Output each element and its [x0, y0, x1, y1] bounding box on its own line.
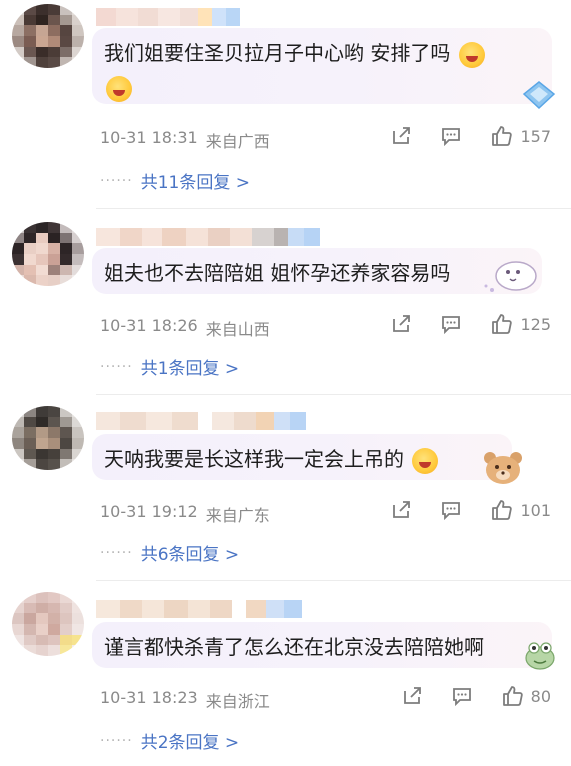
like-button[interactable]: 101 — [490, 498, 551, 522]
comment-location: 来自广东 — [205, 506, 270, 525]
avatar[interactable] — [12, 222, 84, 286]
comment-text: 天呐我要是长这样我一定会上吊的 — [104, 447, 404, 471]
comment-bubble[interactable]: 姐夫也不去陪陪姐 姐怀孕还养家容易吗 — [92, 248, 542, 294]
share-button[interactable] — [390, 313, 412, 335]
divider — [96, 208, 571, 209]
comment-location: 来自山西 — [205, 320, 270, 339]
comment-meta: 10-31 19:12 来自广东 — [100, 502, 270, 526]
comment-bubble[interactable]: 我们姐要住圣贝拉月子中心哟 安排了吗 — [92, 28, 552, 104]
username[interactable] — [96, 412, 306, 430]
comment-actions: 80 — [401, 684, 551, 708]
comment-button[interactable] — [451, 685, 473, 707]
crying-face-emoji-icon — [412, 447, 439, 474]
comment-icon — [442, 502, 461, 521]
share-button[interactable] — [390, 125, 412, 147]
reply-dots: ······ — [100, 544, 133, 561]
share-icon — [393, 501, 411, 518]
like-count: 125 — [520, 314, 551, 334]
view-replies-link[interactable]: ······ 共6条回复 > — [100, 540, 240, 566]
like-button[interactable]: 125 — [490, 312, 551, 336]
comment-meta: 10-31 18:31 来自广西 — [100, 128, 270, 152]
frog-sticker-icon — [522, 636, 558, 677]
comment-bubble[interactable]: 天呐我要是长这样我一定会上吊的 — [92, 434, 512, 480]
cartoon-sheep-sticker-icon — [480, 252, 542, 301]
divider — [96, 394, 571, 395]
reply-count: 共1条回复 > — [140, 359, 240, 379]
comment-location: 来自浙江 — [205, 692, 270, 711]
comment-actions: 125 — [390, 312, 551, 336]
share-button[interactable] — [401, 685, 423, 707]
view-replies-link[interactable]: ······ 共2条回复 > — [100, 728, 240, 754]
comment-icon — [442, 316, 461, 335]
username[interactable] — [96, 228, 320, 246]
reply-dots: ······ — [100, 172, 133, 189]
blue-diamond-sticker-icon — [522, 80, 556, 115]
avatar[interactable] — [12, 406, 84, 470]
share-button[interactable] — [390, 499, 412, 521]
comment-time: 10-31 19:12 — [100, 502, 198, 521]
like-button[interactable]: 80 — [501, 684, 551, 708]
comment-time: 10-31 18:26 — [100, 316, 198, 335]
username[interactable] — [96, 600, 302, 618]
reply-count: 共6条回复 > — [140, 545, 240, 565]
comment-button[interactable] — [440, 499, 462, 521]
like-count: 157 — [520, 126, 551, 146]
comment-location: 来自广西 — [205, 132, 270, 151]
avatar[interactable] — [12, 4, 84, 68]
share-icon — [393, 315, 411, 332]
comment-time: 10-31 18:23 — [100, 688, 198, 707]
view-replies-link[interactable]: ······ 共11条回复 > — [100, 168, 250, 194]
reply-count: 共11条回复 > — [140, 173, 250, 193]
comment-actions: 157 — [390, 124, 551, 148]
avatar[interactable] — [12, 592, 84, 656]
thumbs-up-icon — [492, 314, 513, 334]
comment-meta: 10-31 18:26 来自山西 — [100, 316, 270, 340]
smiley-face-emoji-icon — [106, 75, 132, 102]
divider — [96, 580, 571, 581]
comment-meta: 10-31 18:23 来自浙江 — [100, 688, 270, 712]
thumbs-up-icon — [492, 500, 513, 520]
comment-actions: 101 — [390, 498, 551, 522]
comment-icon — [442, 128, 461, 147]
like-button[interactable]: 157 — [490, 124, 551, 148]
username[interactable] — [96, 8, 240, 26]
reply-dots: ······ — [100, 358, 133, 375]
thumbs-up-icon — [502, 686, 523, 706]
bear-sticker-icon — [478, 446, 528, 493]
comment-bubble[interactable]: 谨言都快杀青了怎么还在北京没去陪陪她啊 — [92, 622, 552, 668]
comment-icon — [452, 688, 471, 707]
comment-text: 姐夫也不去陪陪姐 姐怀孕还养家容易吗 — [104, 261, 451, 285]
share-icon — [403, 687, 421, 704]
like-count: 101 — [520, 500, 551, 520]
comment-button[interactable] — [440, 313, 462, 335]
smiley-face-emoji-icon — [458, 41, 485, 68]
share-icon — [393, 127, 411, 144]
comment-button[interactable] — [440, 125, 462, 147]
reply-count: 共2条回复 > — [140, 733, 240, 753]
view-replies-link[interactable]: ······ 共1条回复 > — [100, 354, 240, 380]
like-count: 80 — [530, 686, 551, 706]
thumbs-up-icon — [492, 126, 513, 146]
reply-dots: ······ — [100, 732, 133, 749]
comment-text: 谨言都快杀青了怎么还在北京没去陪陪她啊 — [104, 635, 484, 659]
comment-time: 10-31 18:31 — [100, 128, 198, 147]
comment-text: 我们姐要住圣贝拉月子中心哟 安排了吗 — [104, 41, 451, 65]
